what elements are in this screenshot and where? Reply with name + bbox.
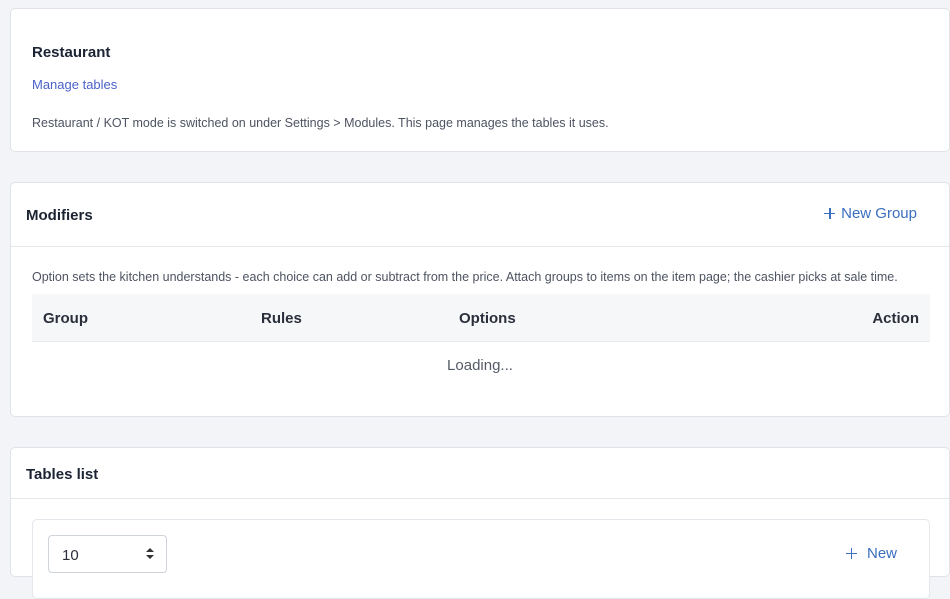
restaurant-description: Restaurant / KOT mode is switched on und… xyxy=(32,116,609,130)
tables-list-title: Tables list xyxy=(26,466,99,483)
modifiers-table-header: Group Rules Options Action xyxy=(32,294,930,342)
column-header-options[interactable]: Options xyxy=(459,310,516,327)
updown-icon xyxy=(146,548,154,560)
restaurant-card: Restaurant Manage tables Restaurant / KO… xyxy=(10,8,950,152)
tables-list-card: Tables list 10 New xyxy=(10,447,950,599)
plus-icon xyxy=(824,208,836,219)
restaurant-title: Restaurant xyxy=(32,44,111,61)
new-group-button[interactable]: New Group xyxy=(824,205,917,222)
column-header-group[interactable]: Group xyxy=(43,310,88,327)
column-header-rules[interactable]: Rules xyxy=(261,310,302,327)
page-size-value: 10 xyxy=(62,547,79,564)
manage-tables-link[interactable]: Manage tables xyxy=(32,77,117,92)
page-size-select[interactable]: 10 xyxy=(48,535,167,573)
tables-list-toolbar: 10 New xyxy=(32,519,930,599)
modifiers-header: Modifiers New Group xyxy=(11,183,949,247)
new-table-button[interactable]: New xyxy=(845,545,897,562)
new-table-label: New xyxy=(866,545,897,562)
plus-icon xyxy=(845,548,857,559)
column-header-action: Action xyxy=(872,310,919,327)
tables-list-header: Tables list xyxy=(11,448,949,499)
modifiers-title: Modifiers xyxy=(26,207,93,224)
modifiers-description: Option sets the kitchen understands - ea… xyxy=(32,270,898,284)
loading-indicator: Loading... xyxy=(447,357,513,374)
new-group-label: New Group xyxy=(841,205,917,222)
modifiers-card: Modifiers New Group Option sets the kitc… xyxy=(10,182,950,417)
